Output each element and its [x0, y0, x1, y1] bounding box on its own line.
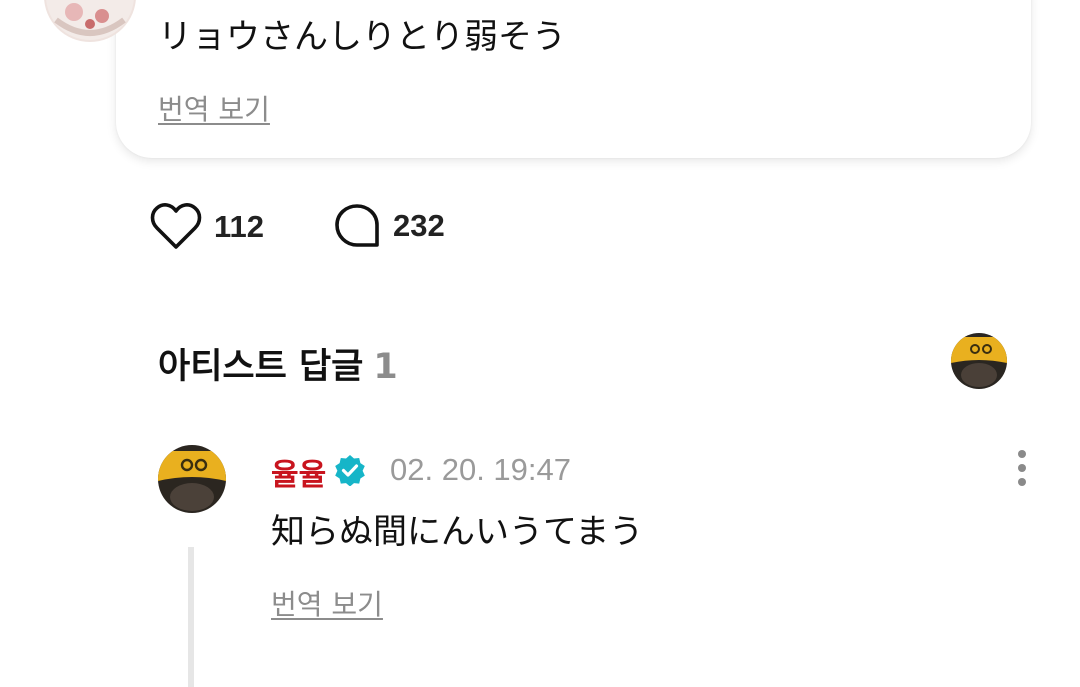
reply-author-name[interactable]: 율율: [271, 450, 326, 494]
reply-text: 知らぬ間にんいうてまう: [271, 512, 644, 552]
reply-thread-line: [188, 547, 194, 687]
vertical-dots-icon: [1018, 450, 1026, 458]
reply-more-options-button[interactable]: [1008, 448, 1036, 488]
post-text: リョウさんしりとり弱そう: [158, 17, 566, 57]
like-button[interactable]: 112: [150, 203, 264, 251]
vertical-dots-icon: [1018, 464, 1026, 472]
heart-outline-icon: [150, 203, 202, 249]
reply-translate-link[interactable]: 번역 보기: [271, 583, 383, 623]
comment-count: 232: [393, 208, 445, 243]
artist-replies-title: 아티스트 답글: [158, 347, 364, 387]
artist-avatar-small[interactable]: [951, 333, 1007, 389]
comment-button[interactable]: 232: [333, 203, 445, 249]
speech-bubble-icon: [335, 204, 379, 247]
artist-replies-header: 아티스트 답글 1: [158, 338, 398, 389]
post-translate-link[interactable]: 번역 보기: [158, 88, 270, 128]
like-count: 112: [214, 209, 265, 244]
verified-check-icon: [335, 455, 365, 486]
reply-timestamp: 02. 20. 19:47: [390, 452, 571, 487]
reply-author-avatar[interactable]: [158, 445, 226, 513]
artist-replies-count: 1: [373, 347, 398, 387]
vertical-dots-icon: [1018, 478, 1026, 486]
